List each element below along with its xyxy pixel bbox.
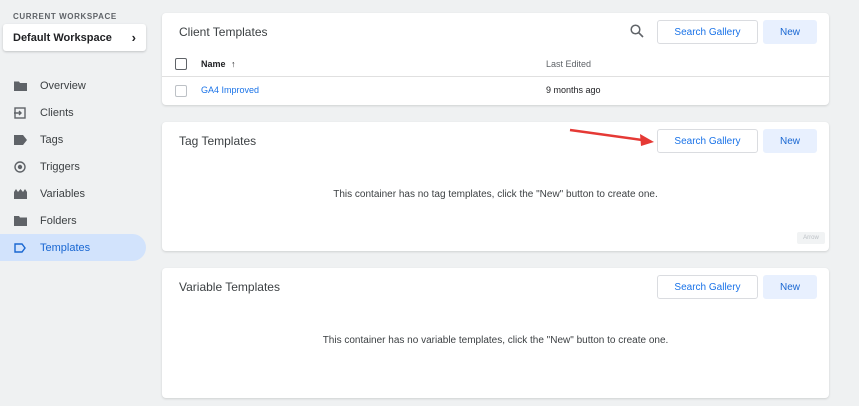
sidebar-item-label: Triggers bbox=[40, 160, 80, 173]
row-checkbox[interactable] bbox=[175, 85, 187, 97]
tag-templates-card: Tag Templates Search Gallery New This co… bbox=[162, 122, 829, 251]
sidebar-item-templates[interactable]: Templates bbox=[0, 234, 146, 261]
sidebar-item-variables[interactable]: Variables bbox=[0, 180, 146, 207]
table-header: Name ↑ Last Edited bbox=[162, 53, 829, 77]
table-row: GA4 Improved 9 months ago bbox=[162, 78, 829, 104]
sidebar-item-label: Folders bbox=[40, 214, 77, 227]
search-gallery-button[interactable]: Search Gallery bbox=[657, 129, 758, 153]
sidebar-item-overview[interactable]: Overview bbox=[0, 72, 146, 99]
sidebar-item-label: Tags bbox=[40, 133, 64, 146]
tag-icon bbox=[13, 133, 27, 147]
sidebar-item-triggers[interactable]: Triggers bbox=[0, 153, 146, 180]
sidebar-item-folders[interactable]: Folders bbox=[0, 207, 146, 234]
search-gallery-button[interactable]: Search Gallery bbox=[657, 20, 758, 44]
trigger-icon bbox=[13, 160, 27, 174]
client-templates-card: Client Templates Search Gallery New Name… bbox=[162, 13, 829, 105]
variables-icon bbox=[13, 187, 27, 201]
folder-icon bbox=[13, 214, 27, 228]
empty-message: This container has no variable templates… bbox=[322, 335, 669, 346]
select-all-checkbox[interactable] bbox=[175, 58, 187, 70]
sidebar-item-label: Variables bbox=[40, 187, 86, 200]
column-header-name[interactable]: Name ↑ bbox=[201, 59, 236, 69]
chevron-right-icon: › bbox=[131, 30, 136, 45]
sidebar: CURRENT WORKSPACE Default Workspace › Ov… bbox=[0, 0, 160, 406]
template-icon bbox=[13, 241, 27, 255]
folder-icon bbox=[13, 79, 27, 93]
workspace-label: CURRENT WORKSPACE bbox=[13, 12, 117, 21]
workspace-selector[interactable]: Default Workspace › bbox=[3, 24, 146, 51]
workspace-name: Default Workspace bbox=[13, 31, 112, 44]
empty-message: This container has no tag templates, cli… bbox=[333, 189, 658, 200]
card-title: Tag Templates bbox=[179, 134, 257, 148]
card-title: Client Templates bbox=[179, 25, 268, 39]
new-button[interactable]: New bbox=[763, 129, 817, 153]
sidebar-nav: Overview Clients Tags Triggers Variables bbox=[0, 72, 146, 261]
column-header-last-edited: Last Edited bbox=[546, 59, 592, 69]
search-gallery-button[interactable]: Search Gallery bbox=[657, 275, 758, 299]
last-edited-value: 9 months ago bbox=[546, 85, 601, 95]
new-button[interactable]: New bbox=[763, 20, 817, 44]
sidebar-item-label: Overview bbox=[40, 79, 86, 92]
variable-templates-card: Variable Templates Search Gallery New Th… bbox=[162, 268, 829, 398]
sidebar-item-label: Clients bbox=[40, 106, 74, 119]
search-icon[interactable] bbox=[630, 24, 646, 40]
login-icon bbox=[13, 106, 27, 120]
arrow-up-icon: ↑ bbox=[231, 59, 236, 69]
sidebar-item-label: Templates bbox=[40, 241, 91, 254]
template-link[interactable]: GA4 Improved bbox=[201, 85, 259, 95]
card-title: Variable Templates bbox=[179, 280, 280, 294]
new-button[interactable]: New bbox=[763, 275, 817, 299]
sidebar-item-tags[interactable]: Tags bbox=[0, 126, 146, 153]
arrow-tool-button[interactable]: Arrow bbox=[797, 232, 825, 244]
sidebar-item-clients[interactable]: Clients bbox=[0, 99, 146, 126]
column-header-label: Name bbox=[201, 59, 226, 69]
